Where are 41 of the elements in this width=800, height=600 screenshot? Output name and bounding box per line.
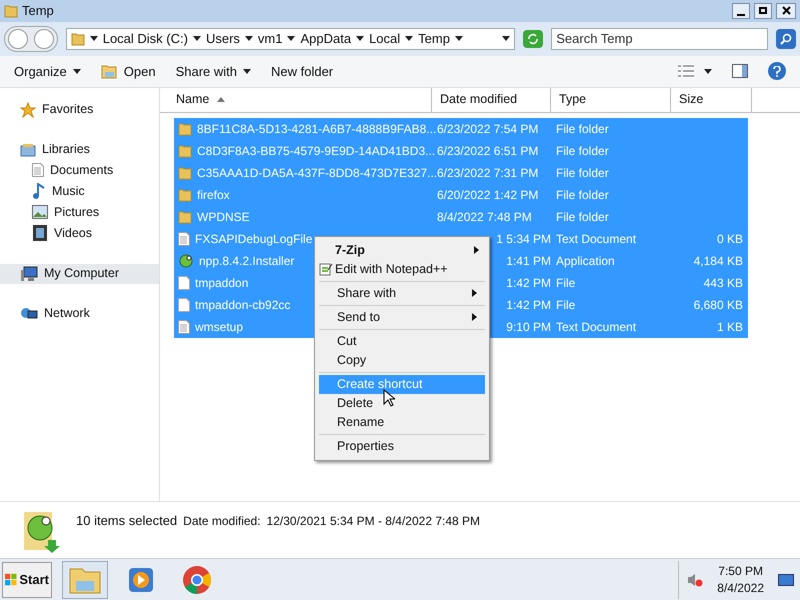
- type-cell: File folder: [556, 166, 609, 180]
- date-label: Date modified:: [183, 513, 261, 530]
- type-cell: File: [556, 276, 576, 290]
- size-cell-text: 6,680 KB: [694, 296, 743, 314]
- date-cell-text: 1:42 PM: [506, 296, 551, 314]
- size-cell-text: 1 KB: [716, 318, 743, 336]
- type-cell: Application: [556, 254, 615, 268]
- size-cell-text: 443 KB: [704, 274, 743, 292]
- file-name: firefox: [197, 186, 230, 204]
- file-name: tmpaddon: [195, 274, 248, 292]
- type-cell: File folder: [556, 188, 609, 202]
- date-cell-text: 6/20/2022 1:42 PM: [437, 186, 538, 204]
- file-name: tmpaddon-cb92cc: [195, 296, 290, 314]
- selection-count: 10 items selected: [76, 512, 178, 530]
- date-cell-text: 9:10 PM: [506, 318, 551, 336]
- type-cell: File folder: [556, 144, 609, 158]
- date-cell-text: 6/23/2022 7:31 PM: [437, 164, 538, 182]
- date-cell-text: 8/4/2022 7:48 PM: [437, 208, 532, 226]
- file-name: wmsetup: [195, 318, 244, 336]
- date-cell-text: 6/23/2022 6:51 PM: [437, 142, 538, 160]
- size-cell-text: 4,184 KB: [694, 252, 743, 270]
- date-cell-text: 1:41 PM: [506, 252, 551, 270]
- clock-date: 8/4/2022: [717, 580, 764, 597]
- file-name: npp.8.4.2.Installer: [199, 252, 294, 270]
- date-cell-text: 1 5:34 PM: [496, 230, 551, 248]
- date-range: 12/30/2021 5:34 PM - 8/4/2022 7:48 PM: [266, 513, 480, 530]
- window-title: Temp: [22, 2, 55, 20]
- type-cell: Text Document: [556, 232, 636, 246]
- type-cell: File: [556, 298, 576, 312]
- type-cell: File folder: [556, 210, 609, 224]
- file-name: C8D3F8A3-BB75-4579-9E9D-14AD41BD3...: [197, 142, 436, 160]
- file-name: FXSAPIDebugLogFile: [195, 230, 312, 248]
- date-cell-text: 1:42 PM: [506, 274, 551, 292]
- date-cell-text: 6/23/2022 7:54 PM: [437, 120, 538, 138]
- file-name: 8BF11C8A-5D13-4281-A6B7-4888B9FAB8...: [197, 120, 436, 138]
- file-name: C35AAA1D-DA5A-437F-8DD8-473D7E327...: [197, 164, 438, 182]
- type-cell: Text Document: [556, 320, 636, 334]
- clock-time: 7:50 PM: [718, 562, 763, 580]
- type-cell: File folder: [556, 122, 609, 136]
- file-name: WPDNSE: [197, 208, 250, 226]
- size-cell-text: 0 KB: [716, 230, 743, 248]
